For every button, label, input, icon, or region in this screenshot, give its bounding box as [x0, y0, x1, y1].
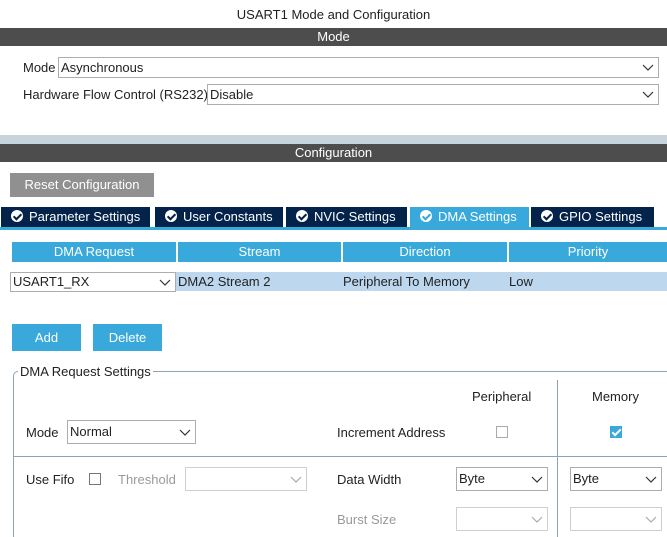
priority-cell: Low	[509, 274, 533, 289]
chevron-down-icon	[642, 64, 654, 71]
tab-label: DMA Settings	[438, 209, 517, 224]
mode-select-value: Asynchronous	[61, 60, 144, 75]
chevron-down-icon	[531, 516, 543, 523]
use-fifo-checkbox[interactable]	[89, 473, 101, 485]
tab-underline	[0, 227, 667, 230]
burst-size-label: Burst Size	[337, 512, 397, 527]
mode-header: Mode	[0, 28, 667, 46]
tab-label: GPIO Settings	[559, 209, 643, 224]
delete-button[interactable]: Delete	[93, 324, 162, 351]
tab-user-constants[interactable]: User Constants	[155, 207, 283, 227]
chevron-down-icon	[179, 429, 191, 436]
peripheral-burst-size-select[interactable]	[456, 507, 548, 531]
dma-request-select[interactable]: USART1_RX	[10, 272, 176, 292]
chevron-down-icon	[645, 516, 657, 523]
column-header-direction: Direction	[343, 242, 507, 262]
tab-label: NVIC Settings	[314, 209, 396, 224]
flow-control-select-value: Disable	[210, 87, 254, 102]
memory-burst-size-select[interactable]	[570, 507, 662, 531]
chevron-down-icon	[159, 279, 171, 286]
chevron-down-icon	[645, 476, 657, 483]
column-header-priority: Priority	[509, 242, 667, 262]
dma-mode-label: Mode	[26, 425, 59, 440]
reset-configuration-button[interactable]: Reset Configuration	[10, 173, 154, 197]
use-fifo-label: Use Fifo	[26, 472, 75, 487]
check-circle-icon	[165, 210, 177, 222]
data-width-label: Data Width	[337, 472, 402, 487]
chevron-down-icon	[290, 476, 302, 483]
threshold-select[interactable]	[185, 467, 307, 491]
dma-request-settings-legend: DMA Request Settings	[18, 364, 153, 379]
direction-cell: Peripheral To Memory	[343, 274, 470, 289]
peripheral-column-header: Peripheral	[472, 389, 532, 404]
group-divider-horizontal	[13, 456, 667, 457]
tab-gpio-settings[interactable]: GPIO Settings	[531, 207, 654, 227]
tab-dma-settings[interactable]: DMA Settings	[410, 207, 529, 227]
column-header-dma-request: DMA Request	[12, 242, 176, 262]
tab-nvic-settings[interactable]: NVIC Settings	[286, 207, 407, 227]
memory-increment-checkbox[interactable]	[610, 426, 622, 438]
flow-control-select[interactable]: Disable	[207, 84, 659, 105]
tab-parameter-settings[interactable]: Parameter Settings	[1, 207, 150, 227]
chevron-down-icon	[531, 476, 543, 483]
peripheral-data-width-select[interactable]: Byte	[456, 467, 548, 491]
tab-label: User Constants	[183, 209, 273, 224]
mode-label: Mode	[23, 60, 56, 75]
group-divider-vertical	[557, 380, 558, 537]
memory-data-width-select[interactable]: Byte	[570, 467, 662, 491]
mode-select[interactable]: Asynchronous	[58, 57, 659, 78]
check-circle-icon	[11, 210, 23, 222]
check-circle-icon	[541, 210, 553, 222]
column-header-stream: Stream	[178, 242, 341, 262]
chevron-down-icon	[642, 91, 654, 98]
dma-mode-select[interactable]: Normal	[67, 420, 196, 444]
section-separator	[0, 135, 667, 144]
dma-mode-value: Normal	[70, 424, 112, 439]
peripheral-data-width-value: Byte	[459, 471, 486, 486]
dma-request-value: USART1_RX	[13, 274, 90, 289]
memory-column-header: Memory	[592, 389, 639, 404]
peripheral-increment-checkbox[interactable]	[496, 426, 508, 438]
add-button[interactable]: Add	[12, 324, 81, 351]
flow-control-label: Hardware Flow Control (RS232)	[23, 87, 208, 102]
memory-data-width-value: Byte	[573, 471, 600, 486]
check-circle-icon	[420, 210, 432, 222]
configuration-header: Configuration	[0, 144, 667, 162]
stream-cell: DMA2 Stream 2	[178, 274, 271, 289]
check-circle-icon	[296, 210, 308, 222]
threshold-label: Threshold	[118, 472, 176, 487]
tab-label: Parameter Settings	[29, 209, 141, 224]
window-title: USART1 Mode and Configuration	[236, 7, 431, 22]
increment-address-label: Increment Address	[337, 425, 446, 440]
